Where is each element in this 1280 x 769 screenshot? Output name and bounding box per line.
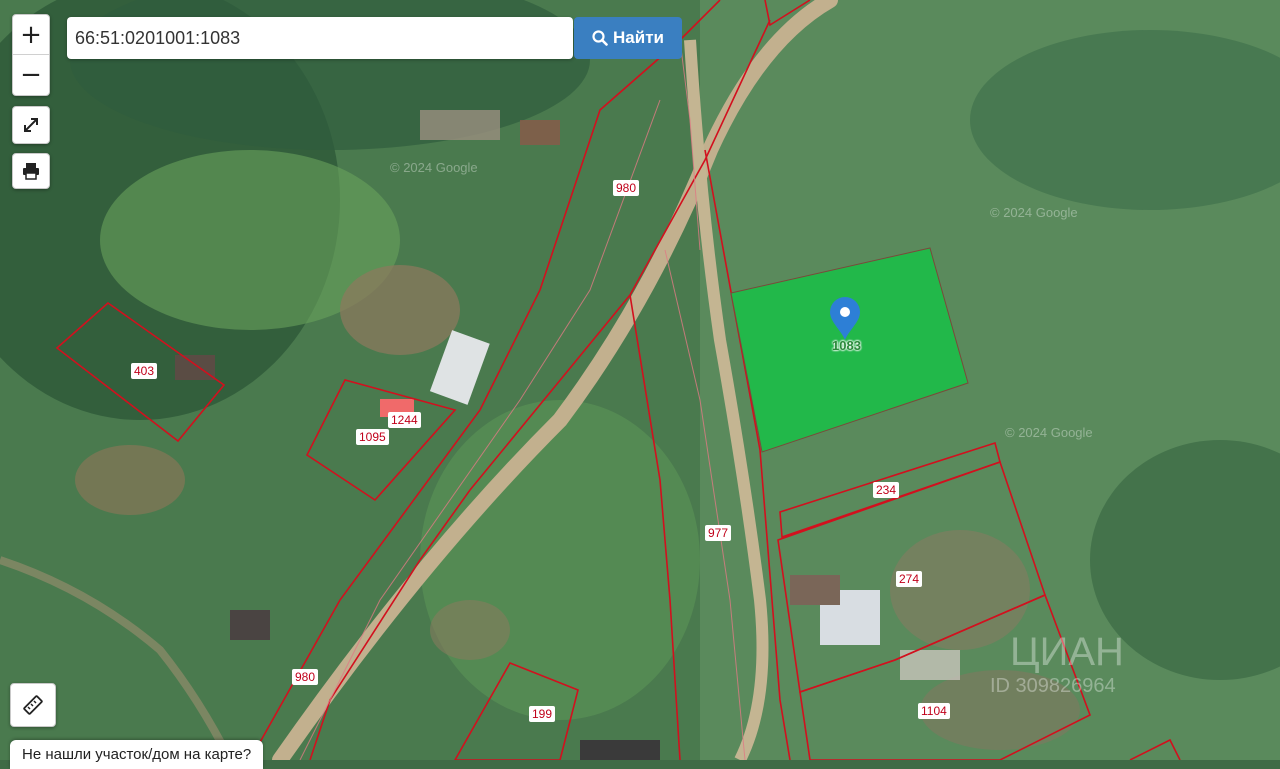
watermark: ID 309826964	[990, 675, 1116, 697]
selected-parcel-label[interactable]: 1083	[832, 338, 861, 353]
building-roof	[175, 355, 215, 380]
search-button-label: Найти	[613, 28, 664, 47]
search-input[interactable]	[67, 17, 573, 59]
parcel-label-199[interactable]: 199	[529, 706, 556, 722]
building-roof	[420, 110, 500, 140]
building-roof	[790, 575, 840, 605]
parcel-label-403[interactable]: 403	[131, 363, 158, 379]
building-roof	[580, 740, 660, 760]
expand-icon	[24, 118, 38, 132]
zoom-control: + −	[12, 14, 50, 96]
parcel-label-980[interactable]: 980	[613, 180, 640, 196]
fullscreen-button[interactable]	[12, 106, 50, 144]
building-roof	[230, 610, 270, 640]
parcel-label-980[interactable]: 980	[292, 669, 319, 685]
field-bright-2	[420, 400, 700, 720]
ruler-icon	[23, 695, 43, 715]
parcel-label-1104[interactable]: 1104	[918, 703, 950, 719]
soil-plot	[340, 265, 460, 355]
parcel-label-274[interactable]: 274	[896, 571, 923, 587]
parcel-label-234[interactable]: 234	[873, 482, 900, 498]
parcel-label-1095[interactable]: 1095	[356, 429, 389, 445]
building-roof	[520, 120, 560, 145]
watermark: © 2024 Google	[390, 160, 478, 175]
print-button[interactable]	[12, 153, 50, 189]
not-found-link[interactable]: Не нашли участок/дом на карте?	[10, 740, 264, 769]
soil-plot	[430, 600, 510, 660]
search-button[interactable]: Найти	[574, 17, 682, 59]
printer-icon	[23, 163, 39, 180]
zoom-out-button[interactable]: −	[13, 54, 49, 94]
soil-plot	[75, 445, 185, 515]
watermark: © 2024 Google	[990, 205, 1078, 220]
watermark: ЦИАН	[1010, 630, 1124, 674]
parcel-label-1244[interactable]: 1244	[388, 412, 421, 428]
watermark: © 2024 Google	[1005, 425, 1093, 440]
search-icon	[592, 30, 608, 46]
parcel-label-977[interactable]: 977	[705, 525, 732, 541]
zoom-in-button[interactable]: +	[13, 15, 49, 54]
ruler-button[interactable]	[10, 683, 56, 727]
